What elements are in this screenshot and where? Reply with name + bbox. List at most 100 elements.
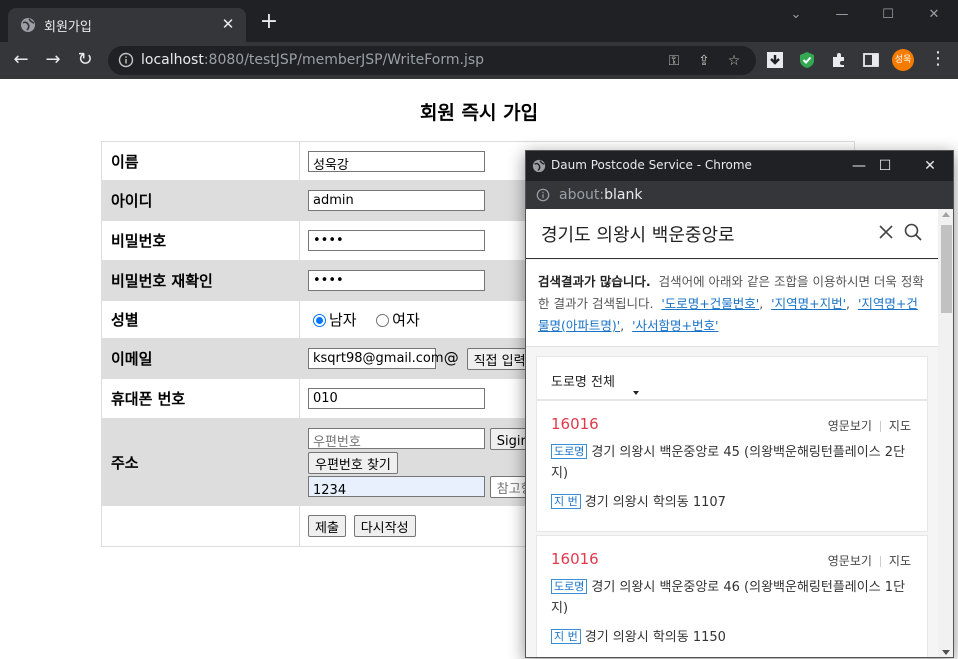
- result-links: 영문보기 지도: [828, 417, 911, 434]
- result-item[interactable]: 16016 영문보기 지도 도로명 경기 의왕시 백운중앙로 46 (의왕백운해링턴…: [536, 535, 928, 657]
- password-confirm-input[interactable]: ••••: [308, 270, 485, 291]
- jibun-address-row[interactable]: 지 번 경기 의왕시 학의동 1150: [551, 627, 921, 648]
- password-confirm-label: 비밀번호 재확인: [101, 260, 300, 301]
- download-extension-icon[interactable]: [765, 50, 785, 70]
- minimize-button[interactable]: —: [819, 4, 865, 26]
- road-tag: 도로명: [551, 579, 588, 594]
- maximize-button[interactable]: ☐: [865, 4, 911, 26]
- popup-window-title: Daum Postcode Service - Chrome: [551, 158, 752, 172]
- map-link[interactable]: 지도: [889, 554, 911, 568]
- postcode-popup-window: Daum Postcode Service - Chrome — ☐ ✕ abo…: [525, 150, 954, 658]
- postcode-search-bar: 경기도 의왕시 백운중앙로: [526, 209, 938, 259]
- result-zipcode[interactable]: 16016: [551, 550, 599, 568]
- notice-heading: 검색결과가 많습니다.: [538, 274, 651, 289]
- password-label: 비밀번호: [101, 220, 300, 261]
- popup-title-bar: Daum Postcode Service - Chrome — ☐ ✕: [526, 151, 953, 181]
- clear-search-icon[interactable]: [876, 222, 896, 242]
- postcode-search-input[interactable]: 경기도 의왕시 백운중앙로: [541, 221, 735, 247]
- kebab-menu-icon[interactable]: ⋮: [928, 49, 948, 71]
- email-label: 이메일: [101, 338, 300, 379]
- jibun-tag: 지 번: [551, 494, 581, 509]
- share-icon[interactable]: ⇪: [694, 51, 714, 71]
- jibun-address[interactable]: 경기 의왕시 학의동 1107: [585, 495, 726, 510]
- jibun-address[interactable]: 경기 의왕시 학의동 1150: [585, 630, 726, 645]
- globe-icon: [532, 159, 546, 173]
- forward-arrow-icon[interactable]: →: [42, 49, 64, 71]
- address-bar[interactable]: localhost:8080/testJSP/memberJSP/WriteFo…: [108, 46, 756, 75]
- gender-label: 성별: [101, 300, 300, 339]
- caret-down-icon: [633, 391, 639, 395]
- postcode-service-body: 경기도 의왕시 백운중앙로 검색결과가 많습니다. 검색어에 아래와 같은 조합…: [526, 209, 938, 657]
- id-label: 아이디: [101, 180, 300, 221]
- jibun-tag: 지 번: [551, 629, 581, 644]
- map-link[interactable]: 지도: [889, 419, 911, 433]
- email-domain-select[interactable]: 직접 입력: [466, 347, 533, 370]
- search-icon[interactable]: [903, 222, 923, 242]
- new-tab-button[interactable]: +: [258, 11, 280, 34]
- popup-address-bar: about:blank: [526, 181, 953, 209]
- result-item[interactable]: 16016 영문보기 지도 도로명 경기 의왕시 백운중앙로 45 (의왕백운해링턴…: [536, 400, 928, 532]
- hint-link-road-building[interactable]: '도로명+건물번호': [661, 296, 759, 311]
- result-zipcode[interactable]: 16016: [551, 415, 599, 433]
- road-address-row[interactable]: 도로명 경기 의왕시 백운중앙로 46 (의왕백운해링턴플레이스 1단지): [551, 577, 921, 619]
- hint-link-pobox[interactable]: '사서함명+번호': [632, 318, 718, 333]
- result-links: 영문보기 지도: [828, 552, 911, 569]
- english-view-link[interactable]: 영문보기: [828, 419, 872, 433]
- detail-address-input[interactable]: 1234: [308, 476, 485, 498]
- road-address-row[interactable]: 도로명 경기 의왕시 백운중앙로 45 (의왕백운해링턴플레이스 2단지): [551, 442, 921, 484]
- shield-extension-icon[interactable]: [797, 50, 817, 70]
- close-window-button[interactable]: ✕: [911, 4, 957, 26]
- phone-label: 휴대폰 번호: [101, 378, 300, 419]
- tab-close-icon[interactable]: ✕: [218, 14, 238, 34]
- popup-close-button[interactable]: ✕: [915, 155, 945, 177]
- browser-tab[interactable]: 회원가입 ✕: [8, 8, 246, 42]
- gender-male-radio[interactable]: [313, 314, 326, 327]
- road-filter-dropdown[interactable]: 도로명 전체: [536, 356, 928, 400]
- road-address[interactable]: 경기 의왕시 백운중앙로 46 (의왕백운해링턴플레이스 1단지): [551, 580, 905, 616]
- name-input[interactable]: 성욱강: [308, 150, 485, 173]
- find-postcode-button[interactable]: 우편번호 찾기: [308, 451, 398, 474]
- browser-tab-bar: 회원가입 ✕ + ⌄ — ☐ ✕: [0, 0, 958, 42]
- profile-avatar[interactable]: 성욱: [892, 49, 914, 71]
- postcode-input[interactable]: 우편번호: [308, 428, 485, 450]
- reload-icon[interactable]: ↻: [74, 49, 96, 71]
- road-tag: 도로명: [551, 444, 588, 459]
- address-label: 주소: [101, 418, 300, 506]
- hint-link-region-jibun[interactable]: '지역명+지번': [771, 296, 846, 311]
- scroll-up-arrow-icon[interactable]: [942, 212, 950, 217]
- reset-button[interactable]: 다시작성: [353, 515, 416, 537]
- star-icon[interactable]: ☆: [724, 51, 744, 71]
- back-arrow-icon[interactable]: ←: [10, 49, 32, 71]
- scrollbar-thumb[interactable]: [941, 225, 952, 313]
- submit-button[interactable]: 제출: [308, 515, 346, 537]
- search-tips-notice: 검색결과가 많습니다. 검색어에 아래와 같은 조합을 이용하시면 더욱 정확한…: [526, 260, 938, 347]
- info-icon[interactable]: [536, 188, 550, 202]
- key-icon[interactable]: ⚿: [664, 51, 684, 71]
- scroll-down-arrow-icon[interactable]: [942, 650, 950, 655]
- puzzle-extensions-icon[interactable]: [829, 50, 849, 70]
- gender-female-label: 여자: [392, 311, 420, 329]
- tab-title: 회원가입: [44, 20, 92, 35]
- email-id-input[interactable]: ksqrt98@gmail.com: [308, 348, 444, 369]
- password-input[interactable]: ••••: [308, 230, 485, 251]
- road-address[interactable]: 경기 의왕시 백운중앙로 45 (의왕백운해링턴플레이스 2단지): [551, 445, 905, 481]
- popup-url-text: about:blank: [559, 187, 643, 203]
- name-label: 이름: [101, 141, 300, 181]
- phone-input[interactable]: 010: [308, 388, 485, 409]
- globe-icon: [21, 18, 35, 32]
- filter-label: 도로명 전체: [551, 375, 615, 390]
- side-panel-icon[interactable]: [861, 50, 881, 70]
- email-at-sign: @: [443, 349, 459, 367]
- english-view-link[interactable]: 영문보기: [828, 554, 872, 568]
- empty-cell: [101, 505, 300, 547]
- tab-search-icon[interactable]: ⌄: [773, 4, 819, 26]
- page-title: 회원 즉시 가입: [419, 102, 539, 124]
- id-input[interactable]: admin: [308, 190, 485, 211]
- info-icon[interactable]: [118, 52, 134, 68]
- jibun-address-row[interactable]: 지 번 경기 의왕시 학의동 1107: [551, 492, 921, 513]
- gender-female-radio[interactable]: [376, 314, 390, 327]
- url-text: localhost:8080/testJSP/memberJSP/WriteFo…: [141, 52, 485, 68]
- browser-toolbar: ← → ↻ localhost:8080/testJSP/memberJSP/W…: [0, 42, 958, 79]
- popup-scrollbar[interactable]: [938, 209, 953, 657]
- popup-maximize-button[interactable]: ☐: [870, 155, 900, 177]
